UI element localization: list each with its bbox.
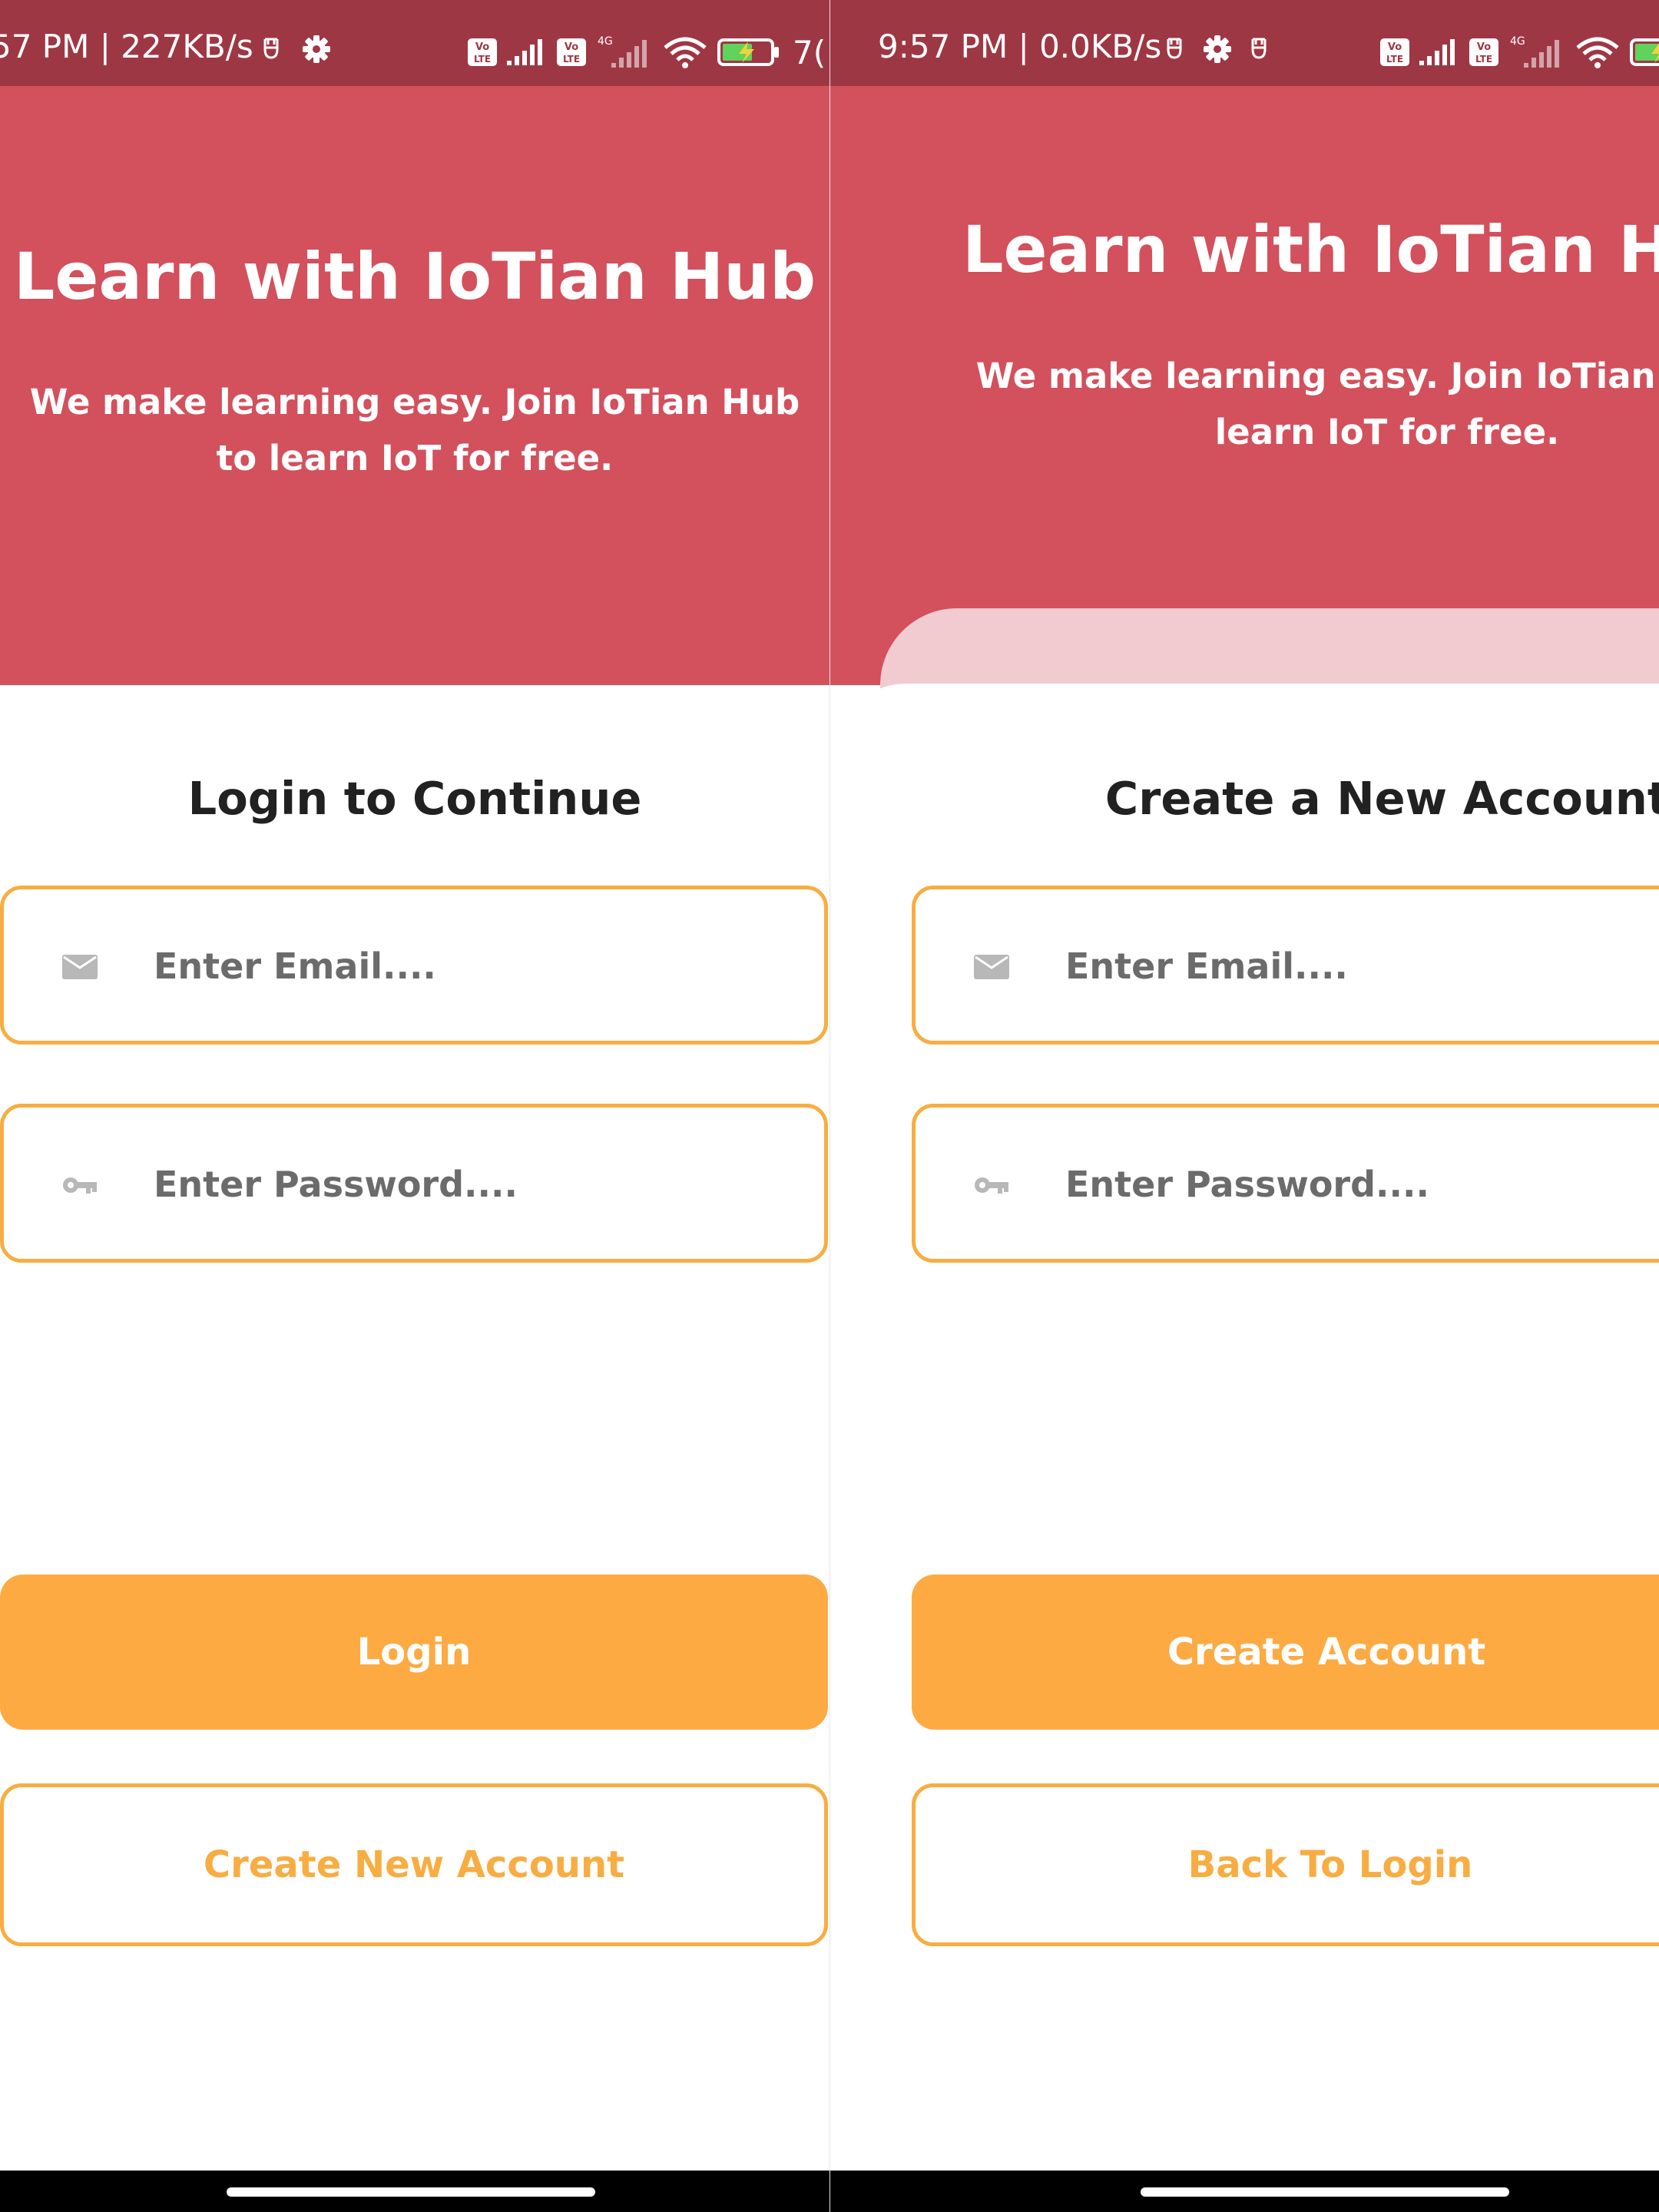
battery-charging-icon <box>717 37 780 68</box>
4g-signal-icon: 4G <box>594 34 654 71</box>
signup-screen: 9:57 PM | 0.0KB/s Vo LTE Vo LTE 4G Learn… <box>830 0 1659 2212</box>
svg-text:4G: 4G <box>1510 35 1525 48</box>
volte-icon: Vo LTE <box>1379 38 1410 67</box>
password-input[interactable] <box>1065 1150 1659 1219</box>
home-indicator[interactable] <box>227 2187 595 2197</box>
wifi-icon <box>662 35 710 69</box>
settings-gear-icon <box>302 35 331 64</box>
hero-subtitle: We make learning easy. Join IoTian Hub t… <box>29 382 800 478</box>
signal-icon <box>505 38 548 67</box>
email-icon <box>973 954 1010 980</box>
create-account-button[interactable]: Create Account <box>912 1575 1659 1730</box>
svg-text:LTE: LTE <box>563 54 580 65</box>
status-time-network-speed: 9:57 PM | 0.0KB/s <box>878 28 1162 65</box>
home-indicator[interactable] <box>1141 2187 1509 2197</box>
volte-icon: Vo LTE <box>556 38 587 67</box>
battery-charging-icon <box>1630 37 1659 68</box>
login-button[interactable]: Login <box>0 1575 828 1730</box>
status-bar: 9:57 PM | 0.0KB/s Vo LTE Vo LTE 4G <box>830 0 1659 86</box>
svg-text:Vo: Vo <box>565 41 578 53</box>
status-indicators: Vo LTE Vo LTE 4G <box>1379 32 1659 72</box>
usb-debug-icon <box>261 37 281 60</box>
wifi-icon <box>1575 35 1622 69</box>
settings-gear-icon <box>1203 35 1232 64</box>
battery-percent: 7( <box>793 33 826 71</box>
password-field[interactable] <box>912 1104 1659 1263</box>
volte-icon: Vo LTE <box>467 38 498 67</box>
usb-debug-icon <box>1164 37 1184 60</box>
svg-text:Vo: Vo <box>1388 41 1402 53</box>
back-to-login-button[interactable]: Back To Login <box>912 1783 1659 1946</box>
status-indicators: Vo LTE Vo LTE 4G 7( <box>467 32 826 72</box>
hero-subtitle: We make learning easy. Join IoTian Hub t… <box>975 356 1659 452</box>
password-field[interactable] <box>0 1104 828 1263</box>
svg-text:Vo: Vo <box>475 41 489 53</box>
password-input[interactable] <box>154 1150 783 1219</box>
key-icon <box>973 1172 1010 1198</box>
login-screen: 57 PM | 227KB/s Vo LTE Vo LTE 4G 7(Lear… <box>0 0 830 2212</box>
usb-debug-icon <box>1249 37 1269 60</box>
create-account-label: Create Account <box>1167 1631 1486 1674</box>
4g-signal-icon: 4G <box>1507 34 1567 71</box>
signup-heading: Create a New Account <box>1104 772 1659 825</box>
email-field[interactable] <box>0 886 828 1045</box>
login-heading: Login to Continue <box>187 772 642 825</box>
email-input[interactable] <box>1065 932 1659 1001</box>
hero-title: Learn with IoTian Hub <box>13 239 816 314</box>
navigation-bar <box>830 2171 1659 2212</box>
create-new-account-button[interactable]: Create New Account <box>0 1783 828 1946</box>
signal-icon <box>1418 38 1461 67</box>
back-to-login-label: Back To Login <box>1187 1843 1473 1886</box>
svg-text:LTE: LTE <box>1386 54 1403 65</box>
navigation-bar <box>0 2171 830 2212</box>
svg-text:4G: 4G <box>598 35 613 48</box>
svg-text:LTE: LTE <box>474 54 491 65</box>
svg-text:Vo: Vo <box>1477 41 1491 53</box>
email-field[interactable] <box>912 886 1659 1045</box>
key-icon <box>61 1172 98 1198</box>
status-time-network-speed: 57 PM | 227KB/s <box>0 28 253 65</box>
hero-title: Learn with IoTian Hub <box>962 212 1659 287</box>
email-input[interactable] <box>154 932 783 1001</box>
email-icon <box>61 954 98 980</box>
svg-text:LTE: LTE <box>1475 54 1492 65</box>
volte-icon: Vo LTE <box>1469 38 1499 67</box>
status-bar: 57 PM | 227KB/s Vo LTE Vo LTE 4G 7( <box>0 0 830 86</box>
